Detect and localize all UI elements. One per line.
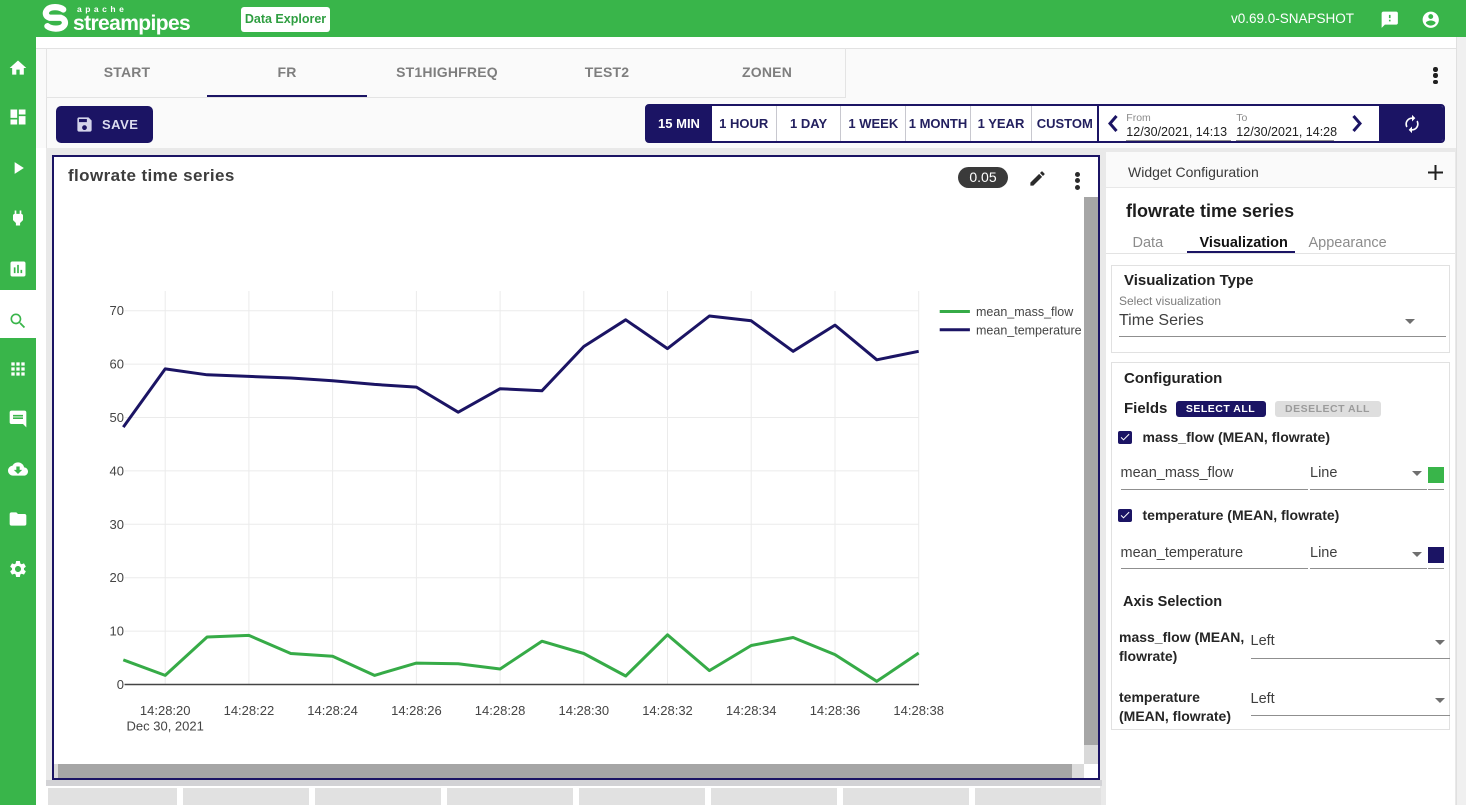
svg-text:14:28:28: 14:28:28 xyxy=(475,703,526,718)
svg-text:20: 20 xyxy=(110,570,124,585)
svg-text:14:28:26: 14:28:26 xyxy=(391,703,442,718)
svg-text:14:28:24: 14:28:24 xyxy=(307,703,358,718)
svg-text:14:28:36: 14:28:36 xyxy=(810,703,861,718)
svg-text:14:28:22: 14:28:22 xyxy=(224,703,275,718)
svg-text:14:28:30: 14:28:30 xyxy=(558,703,609,718)
svg-text:50: 50 xyxy=(110,410,124,425)
svg-text:0: 0 xyxy=(117,677,124,692)
svg-text:14:28:38: 14:28:38 xyxy=(893,703,944,718)
svg-text:60: 60 xyxy=(110,357,124,372)
svg-text:14:28:20: 14:28:20 xyxy=(140,703,191,718)
svg-text:mean_mass_flow: mean_mass_flow xyxy=(976,305,1074,319)
svg-text:Dec 30, 2021: Dec 30, 2021 xyxy=(127,719,204,734)
svg-text:40: 40 xyxy=(110,463,124,478)
svg-text:70: 70 xyxy=(110,303,124,318)
svg-text:10: 10 xyxy=(110,624,124,639)
svg-text:mean_temperature: mean_temperature xyxy=(976,323,1082,337)
svg-text:30: 30 xyxy=(110,517,124,532)
svg-text:14:28:32: 14:28:32 xyxy=(642,703,693,718)
svg-text:14:28:34: 14:28:34 xyxy=(726,703,777,718)
